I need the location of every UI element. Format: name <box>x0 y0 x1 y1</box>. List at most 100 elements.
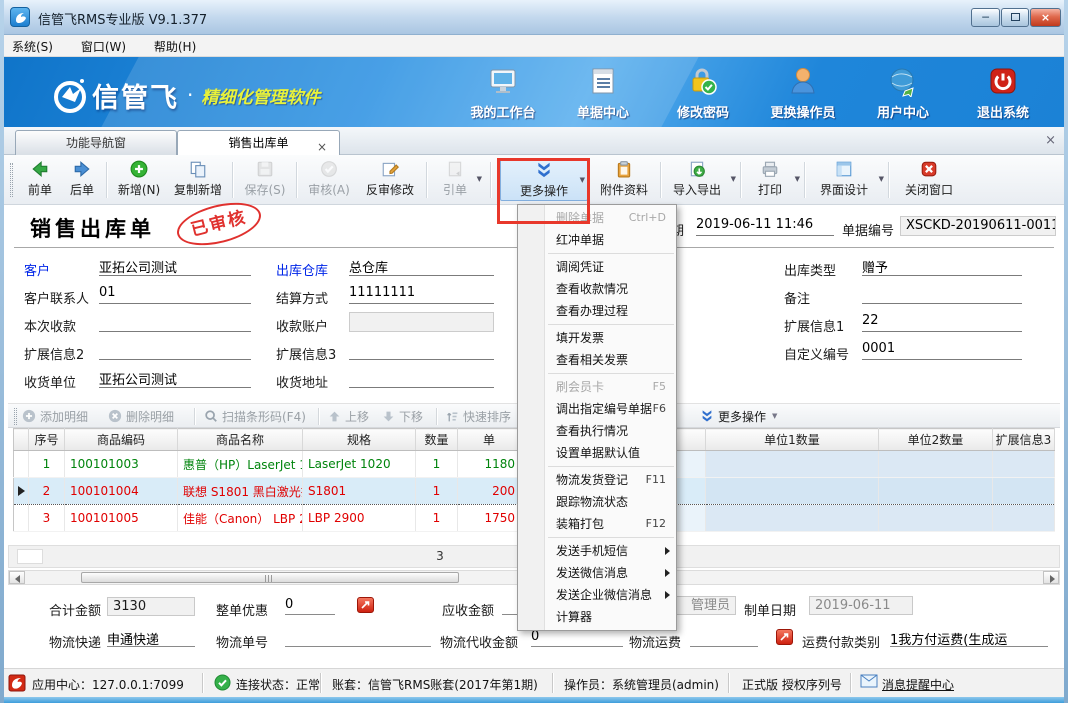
menu-item-logistics-register[interactable]: 物流发货登记F11 <box>518 469 676 491</box>
col-name[interactable]: 商品名称 <box>178 429 303 451</box>
col-price[interactable]: 单 <box>458 429 521 451</box>
next-doc-button[interactable]: 后单 <box>62 159 102 201</box>
menu-item-track-logistics[interactable]: 跟踪物流状态 <box>518 491 676 513</box>
copy-new-button[interactable]: 复制新增 <box>168 159 228 201</box>
ui-design-button[interactable]: 界面设计 ▼ <box>812 159 876 201</box>
remark-field[interactable] <box>862 285 1022 304</box>
customer-field[interactable]: 亚拓公司测试 <box>99 257 251 276</box>
message-center-link[interactable]: 消息提醒中心 <box>882 676 954 693</box>
workbench-button[interactable]: 我的工作台 <box>464 65 542 121</box>
custom-no-label: 自定义编号 <box>784 344 849 363</box>
menu-item-view-execution[interactable]: 查看执行情况 <box>518 420 676 442</box>
tab-function-nav[interactable]: 功能导航窗 <box>15 130 177 155</box>
make-date-field: 2019-06-11 <box>809 596 913 615</box>
custom-no-field[interactable]: 0001 <box>862 341 1022 360</box>
doc-no-label: 单据编号 <box>842 220 894 239</box>
add-circle-icon <box>22 409 36 423</box>
waybill-field[interactable] <box>285 629 431 647</box>
freight-field[interactable] <box>690 629 758 647</box>
contact-field[interactable]: 01 <box>99 285 251 304</box>
ext3-field[interactable] <box>349 341 494 360</box>
settlement-field[interactable]: 11111111 <box>349 285 494 304</box>
menu-item-load-doc-by-no[interactable]: 调出指定编号单据F6 <box>518 398 676 420</box>
menu-item-send-sms[interactable]: 发送手机短信 <box>518 540 676 562</box>
attachments-button[interactable]: 附件资料 <box>594 159 654 201</box>
cod-field[interactable]: 0 <box>531 629 623 647</box>
menu-help[interactable]: 帮助(H) <box>142 35 208 58</box>
window-title: 信管飞RMS专业版 V9.1.377 <box>38 9 207 28</box>
scrollbar-thumb[interactable] <box>81 572 459 583</box>
tab-sales-outbound[interactable]: 销售出库单 × <box>177 130 340 155</box>
freight-tool-icon[interactable] <box>776 629 793 645</box>
menu-item-view-invoices[interactable]: 查看相关发票 <box>518 349 676 371</box>
outbound-type-field[interactable]: 赠予 <box>862 257 1022 276</box>
delete-row-button: 删除明细 <box>108 404 174 428</box>
menu-item-view-voucher[interactable]: 调阅凭证 <box>518 256 676 278</box>
exit-system-button[interactable]: 退出系统 <box>964 65 1042 121</box>
menu-item-set-defaults[interactable]: 设置单据默认值 <box>518 442 676 464</box>
import-export-button[interactable]: 导入导出 ▼ <box>666 159 728 201</box>
ext1-field[interactable]: 22 <box>862 313 1022 332</box>
col-unit2-qty[interactable]: 单位2数量 <box>879 429 993 451</box>
close-window-button[interactable]: 关闭窗口 <box>896 159 962 201</box>
operator-status: 操作员：系统管理员(admin) <box>564 676 719 693</box>
freight-type-field[interactable]: 1我方付运费(生成运 <box>890 629 1048 647</box>
col-qty[interactable]: 数量 <box>416 429 458 451</box>
tabstrip-close-icon[interactable]: × <box>1045 133 1056 148</box>
menu-item-view-process[interactable]: 查看办理过程 <box>518 300 676 322</box>
unaudit-button[interactable]: 反审修改 <box>359 159 421 201</box>
scroll-right-button[interactable] <box>1043 571 1059 584</box>
doc-pull-icon <box>446 160 464 178</box>
documents-icon <box>587 65 619 97</box>
address-field[interactable] <box>349 369 494 388</box>
col-code[interactable]: 商品编码 <box>65 429 178 451</box>
monitor-icon <box>487 65 519 97</box>
menu-item-packing[interactable]: 装箱打包F12 <box>518 513 676 535</box>
doc-center-button[interactable]: 单据中心 <box>564 65 642 121</box>
maximize-button[interactable] <box>1001 8 1029 27</box>
switch-operator-button[interactable]: 更换操作员 <box>764 65 842 121</box>
menu-item-send-work-wechat[interactable]: 发送企业微信消息 <box>518 584 676 606</box>
new-doc-button[interactable]: 新增(N) <box>112 159 166 201</box>
print-button[interactable]: 打印 ▼ <box>748 159 792 201</box>
menu-item-view-receipts[interactable]: 查看收款情况 <box>518 278 676 300</box>
col-ext3[interactable]: 扩展信息3 <box>993 429 1055 451</box>
payment-field[interactable] <box>99 313 251 332</box>
user-center-button[interactable]: 用户中心 <box>864 65 942 121</box>
close-button[interactable]: × <box>1030 8 1061 27</box>
power-icon <box>987 65 1019 97</box>
discount-field[interactable]: 0 <box>285 597 335 615</box>
menu-item-calculator[interactable]: 计算器 <box>518 606 676 628</box>
copy-icon <box>189 160 207 178</box>
col-spec[interactable]: 规格 <box>303 429 416 451</box>
menu-window[interactable]: 窗口(W) <box>69 35 138 58</box>
menu-item-issue-invoice[interactable]: 填开发票 <box>518 327 676 349</box>
change-password-button[interactable]: 修改密码 <box>664 65 742 121</box>
menu-item-send-wechat[interactable]: 发送微信消息 <box>518 562 676 584</box>
connection-status: 连接状态：正常 <box>236 676 320 693</box>
account-set-status: 账套：信管飞RMS账套(2017年第1期) <box>332 676 538 693</box>
menu-system[interactable]: 系统(S) <box>0 35 65 58</box>
detail-more-actions-button[interactable]: 更多操作▼ <box>700 404 777 428</box>
doc-date-field[interactable]: 2019-06-11 11:46 <box>696 217 834 236</box>
discount-tool-icon[interactable] <box>357 597 374 613</box>
settlement-label: 结算方式 <box>276 288 328 307</box>
menu-item-red-reverse[interactable]: 红冲单据 <box>518 229 676 251</box>
scroll-left-button[interactable] <box>9 571 25 584</box>
ext2-field[interactable] <box>99 341 251 360</box>
app-center-icon <box>8 674 26 695</box>
consignee-label: 收货单位 <box>24 372 76 391</box>
warehouse-field[interactable]: 总仓库 <box>349 257 494 276</box>
submenu-arrow-icon <box>665 569 670 577</box>
col-unit1-qty[interactable]: 单位1数量 <box>706 429 879 451</box>
magnifier-icon <box>204 409 218 423</box>
arrow-left-icon <box>31 160 49 178</box>
consignee-field[interactable]: 亚拓公司测试 <box>99 369 251 388</box>
ext3-label: 扩展信息3 <box>276 344 336 363</box>
make-date-label: 制单日期 <box>744 600 796 619</box>
minimize-button[interactable]: ─ <box>971 8 1000 27</box>
col-index[interactable]: 序号 <box>29 429 65 451</box>
prev-doc-button[interactable]: 前单 <box>20 159 60 201</box>
move-down-button: 下移 <box>382 404 423 428</box>
express-field[interactable]: 申通快递 <box>107 629 195 647</box>
